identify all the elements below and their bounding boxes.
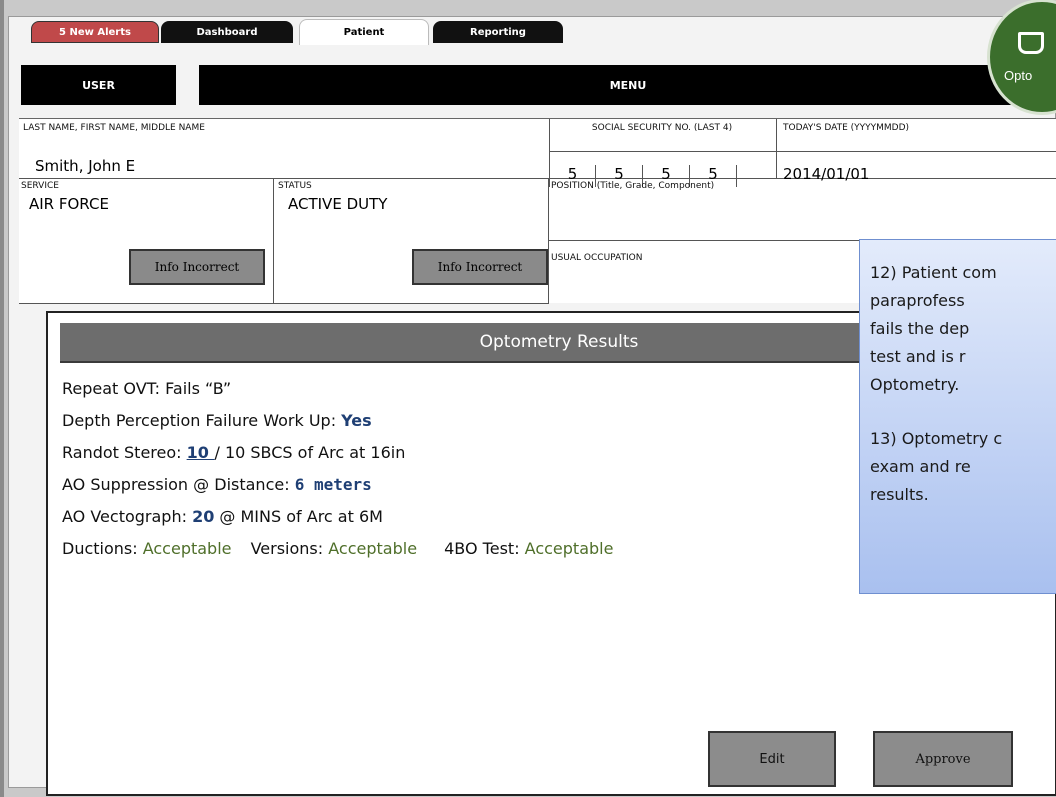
ao-vectograph-label: AO Vectograph: <box>62 507 193 526</box>
depth-perception-line: Depth Perception Failure Work Up: Yes <box>62 411 372 430</box>
status-value: ACTIVE DUTY <box>288 195 388 213</box>
status-info-incorrect-button[interactable]: Info Incorrect <box>412 249 548 285</box>
ao-vectograph-line: AO Vectograph: 20 @ MINS of Arc at 6M <box>62 507 383 526</box>
app-window: 5 New Alerts Dashboard Patient Reporting… <box>8 0 1056 796</box>
tab-reporting[interactable]: Reporting <box>433 21 563 43</box>
ao-suppression-label: AO Suppression @ Distance: <box>62 475 295 494</box>
name-value: Smith, John E <box>35 157 136 175</box>
note-line: results. <box>870 485 929 504</box>
user-menu-button[interactable]: USER <box>21 65 176 105</box>
note-line: test and is r <box>870 347 966 366</box>
ao-suppression-value: 6 meters <box>294 475 372 494</box>
date-divider <box>777 151 1056 152</box>
badge-label: Opto <box>1004 68 1033 83</box>
tab-patient[interactable]: Patient <box>299 19 429 45</box>
date-label: TODAY'S DATE (YYYYMMDD) <box>783 123 910 133</box>
randot-value: 10 <box>186 443 215 462</box>
tab-alerts[interactable]: 5 New Alerts <box>31 21 159 43</box>
date-cell: TODAY'S DATE (YYYYMMDD) 2014/01/01 <box>777 119 1056 183</box>
main-menu-bar[interactable]: MENU <box>199 65 1056 105</box>
note-line: fails the dep <box>870 319 970 338</box>
randot-label: Randot Stereo: <box>62 443 187 462</box>
name-label: LAST NAME, FIRST NAME, MIDDLE NAME <box>23 123 205 133</box>
ductions-value: Acceptable <box>142 539 232 558</box>
ao-vectograph-value: 20 <box>192 507 215 526</box>
tab-dashboard[interactable]: Dashboard <box>161 21 293 43</box>
ao-vectograph-rest: @ MINS of Arc at 6M <box>214 507 383 526</box>
edit-button[interactable]: Edit <box>708 731 836 787</box>
ductions-line: Ductions: Acceptable Versions: Acceptabl… <box>62 539 613 558</box>
name-cell: LAST NAME, FIRST NAME, MIDDLE NAME Smith… <box>19 119 549 179</box>
depth-perception-label: Depth Perception Failure Work Up: <box>62 411 342 430</box>
occupation-label: USUAL OCCUPATION <box>551 253 643 263</box>
repeat-ovt-text: Repeat OVT: Fails “B” <box>62 379 232 398</box>
randot-rest: / 10 SBCS of Arc at 16in <box>214 443 406 462</box>
service-label: SERVICE <box>21 181 59 191</box>
bo-test-label: 4BO Test: <box>444 539 525 558</box>
note-line: 13) Optometry c <box>870 429 1003 448</box>
annotation-callout: 12) Patient com paraprofess fails the de… <box>859 239 1056 594</box>
service-value: AIR FORCE <box>29 195 109 213</box>
versions-label: Versions: <box>250 539 329 558</box>
approve-button[interactable]: Approve <box>873 731 1013 787</box>
service-cell: SERVICE AIR FORCE Info Incorrect <box>19 179 274 304</box>
ao-suppression-line: AO Suppression @ Distance: 6 meters <box>62 475 372 494</box>
status-label: STATUS <box>278 181 312 191</box>
ssn-divider <box>549 151 777 152</box>
repeat-ovt-line: Repeat OVT: Fails “B” <box>62 379 231 398</box>
ductions-label: Ductions: <box>62 539 143 558</box>
service-info-incorrect-button[interactable]: Info Incorrect <box>129 249 265 285</box>
trash-icon <box>1018 32 1044 54</box>
note-line: 12) Patient com <box>870 263 997 282</box>
depth-perception-value: Yes <box>341 411 372 430</box>
position-label: POSITION (Title, Grade, Component) <box>551 181 715 191</box>
versions-value: Acceptable <box>328 539 418 558</box>
randot-line: Randot Stereo: 10 / 10 SBCS of Arc at 16… <box>62 443 405 462</box>
note-line: exam and re <box>870 457 971 476</box>
position-cell: POSITION (Title, Grade, Component) <box>549 179 1056 241</box>
ssn-label: SOCIAL SECURITY NO. (LAST 4) <box>591 123 733 133</box>
bo-test-value: Acceptable <box>524 539 614 558</box>
note-line: Optometry. <box>870 375 960 394</box>
status-cell: STATUS ACTIVE DUTY Info Incorrect <box>274 179 549 304</box>
note-line: paraprofess <box>870 291 965 310</box>
